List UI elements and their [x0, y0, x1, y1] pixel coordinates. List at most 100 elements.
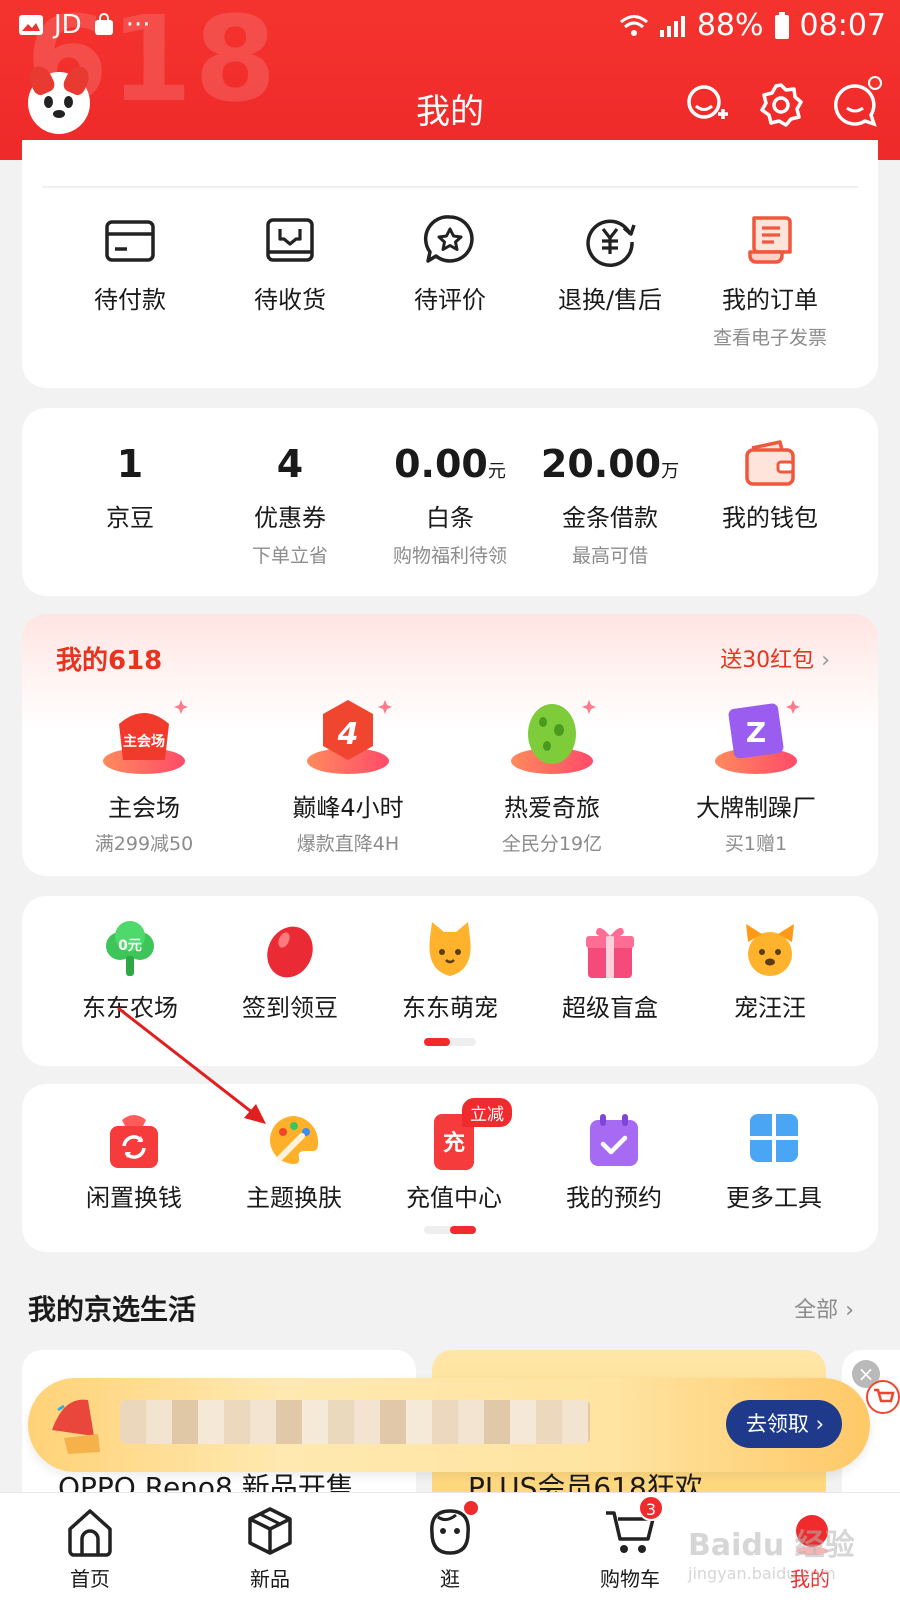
add-friend-icon[interactable]: [684, 82, 730, 128]
asset-value: 20.00: [540, 442, 662, 486]
tab-browse[interactable]: 逛: [390, 1501, 510, 1592]
red-bean-icon: [262, 920, 318, 982]
settings-gear-icon[interactable]: [758, 82, 804, 128]
tool-label: 主题换肤: [246, 1184, 342, 1212]
brand-factory-icon: Z: [711, 694, 801, 778]
game-label: 签到领豆: [242, 994, 338, 1022]
view-all-link[interactable]: 全部 ›: [794, 1292, 854, 1324]
order-label: 待付款: [94, 286, 166, 314]
battery-percent: 88%: [696, 8, 764, 43]
my618-more-text: 送30红包: [720, 648, 815, 673]
game-farm[interactable]: 0元 东东农场: [50, 920, 210, 1023]
asset-jintiao[interactable]: 20.00万 金条借款 最高可借: [530, 438, 690, 568]
more-dots-icon: ···: [125, 10, 151, 40]
order-pending-review[interactable]: 待评价: [370, 212, 530, 350]
recycle-bag-icon: [106, 1110, 162, 1172]
my-wallet[interactable]: 我的钱包: [690, 438, 850, 568]
my618-title: 我的618: [56, 646, 163, 676]
palette-icon: [266, 1110, 322, 1172]
tools-pager: [424, 1226, 476, 1234]
game-blind-box[interactable]: 超级盲盒: [530, 920, 690, 1023]
face-icon: [422, 1501, 478, 1559]
tab-red-dot: [464, 1501, 478, 1515]
cart-icon: 3: [602, 1495, 664, 1559]
tab-new[interactable]: 新品: [210, 1503, 330, 1592]
asset-label: 京豆: [106, 504, 154, 532]
svg-text:4: 4: [337, 717, 359, 752]
game-label: 东东农场: [82, 994, 178, 1022]
receipt-icon: [742, 212, 798, 268]
battery-icon: [774, 11, 789, 39]
tab-label: 新品: [250, 1567, 290, 1591]
package-icon: [262, 212, 318, 268]
order-sub: 查看电子发票: [712, 327, 827, 349]
review-star-icon: [422, 212, 478, 268]
claim-button[interactable]: 去领取 ›: [725, 1400, 842, 1448]
asset-sub: 最高可借: [571, 545, 648, 567]
view-all-text: 全部: [794, 1298, 839, 1323]
order-pending-receipt[interactable]: 待收货: [210, 212, 370, 350]
asset-coupons[interactable]: 4 优惠券 下单立省: [210, 438, 370, 568]
my618-sub: 满299减50: [94, 833, 194, 855]
asset-jingdou[interactable]: 1 京豆: [50, 438, 210, 568]
game-pet-dog[interactable]: 宠汪汪: [690, 920, 850, 1023]
tab-cart[interactable]: 3 购物车: [570, 1495, 690, 1592]
asset-unit: 万: [661, 461, 680, 482]
assets-card: 1 京豆 4 优惠券 下单立省 0.00元 白条 购物福利待领 20.00万 金…: [22, 408, 878, 596]
farm-tree-icon: 0元: [102, 920, 158, 982]
tool-idle-exchange[interactable]: 闲置换钱: [54, 1110, 214, 1213]
coupon-banner[interactable]: 去领取 ›: [28, 1378, 870, 1472]
my618-sub: 爆款直降4H: [296, 833, 400, 855]
home-icon: [62, 1503, 118, 1559]
game-checkin-bean[interactable]: 签到领豆: [210, 920, 370, 1023]
calendar-check-icon: [586, 1110, 642, 1172]
tool-theme-skin[interactable]: 主题换肤: [214, 1110, 374, 1213]
tool-more-tools[interactable]: 更多工具: [694, 1110, 854, 1213]
my-orders[interactable]: 我的订单 查看电子发票: [690, 212, 850, 350]
tool-recharge-center[interactable]: 充 立减 充值中心: [374, 1098, 534, 1213]
wallet-icon: [742, 438, 798, 490]
cart-count-badge: 3: [638, 1495, 664, 1521]
gift-umbrella-icon: [44, 1390, 110, 1458]
orders-card: 待付款 待收货 待评价 退换/售后 我的订单 查看电子发票: [22, 140, 878, 388]
svg-text:Z: Z: [746, 716, 766, 749]
games-pager: [424, 1038, 476, 1046]
my618-main-venue[interactable]: 主会场 主会场 满299减50: [42, 694, 246, 856]
asset-sub: 购物福利待领: [392, 545, 507, 567]
tab-label: 逛: [440, 1567, 460, 1591]
section-title: 我的京选生活: [28, 1293, 197, 1326]
message-dot: [868, 76, 882, 90]
tab-label: 购物车: [600, 1567, 660, 1591]
gift-box-icon: [582, 920, 638, 982]
order-label: 待评价: [414, 286, 486, 314]
game-label: 超级盲盒: [562, 994, 658, 1022]
order-label: 退换/售后: [557, 286, 663, 314]
claim-label: 去领取: [745, 1412, 809, 1436]
wallet-card-icon: [102, 212, 158, 268]
order-pending-payment[interactable]: 待付款: [50, 212, 210, 350]
my618-brand-factory[interactable]: Z 大牌制躁厂 买1赠1: [654, 694, 858, 856]
cube-icon: [242, 1503, 298, 1559]
gallery-icon: [19, 15, 43, 35]
asset-unit: 元: [487, 461, 506, 482]
green-egg-icon: [507, 694, 597, 778]
tab-home[interactable]: 首页: [30, 1503, 150, 1592]
asset-label: 我的钱包: [722, 504, 818, 532]
chevron-right-icon: ›: [815, 1412, 824, 1436]
order-refund-aftersale[interactable]: 退换/售后: [530, 212, 690, 350]
games-card: 0元 东东农场 签到领豆 东东萌宠 超级盲盒 宠汪汪: [22, 896, 878, 1066]
my618-love-trip[interactable]: 热爱奇旅 全民分19亿: [450, 694, 654, 856]
my618-sub: 买1赠1: [724, 833, 788, 855]
tool-my-reservations[interactable]: 我的预约: [534, 1110, 694, 1213]
tool-label: 更多工具: [726, 1184, 822, 1212]
tool-label: 充值中心: [406, 1184, 502, 1212]
floating-cart-icon[interactable]: [866, 1380, 900, 1414]
message-icon[interactable]: [832, 76, 882, 128]
my618-peak-4h[interactable]: 4 巅峰4小时 爆款直降4H: [246, 694, 450, 856]
my618-more-link[interactable]: 送30红包 ›: [720, 642, 830, 674]
header: 618 JD ··· 88% 08:07 我的: [0, 0, 900, 160]
blurred-content: [120, 1400, 590, 1444]
game-cute-pet[interactable]: 东东萌宠: [370, 920, 530, 1023]
asset-baitiao[interactable]: 0.00元 白条 购物福利待领: [370, 438, 530, 568]
svg-text:主会场: 主会场: [123, 733, 165, 750]
